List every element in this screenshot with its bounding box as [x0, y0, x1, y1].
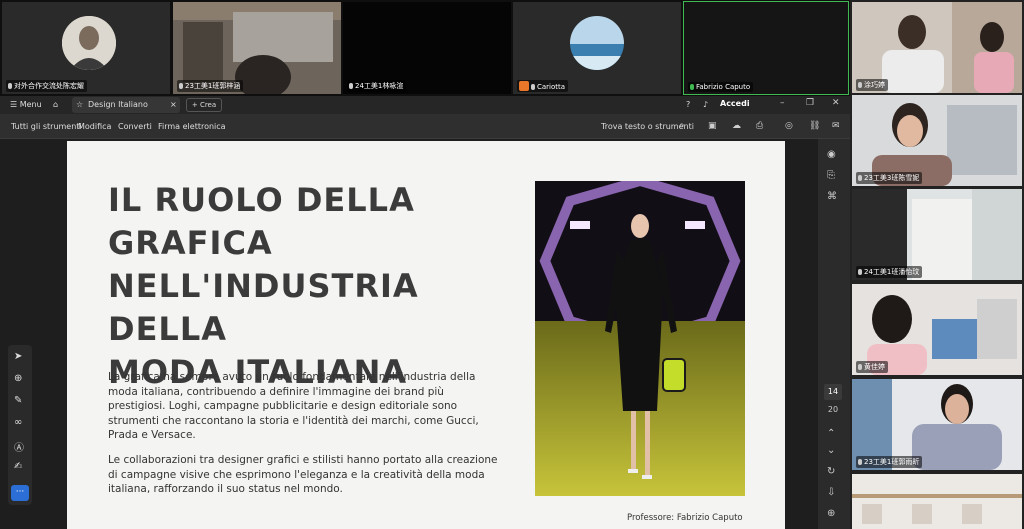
share-user-icon[interactable]: ◎ — [785, 121, 793, 131]
participant-column: 涂巧婷 23工美3班陈雪妮 24工美1班潘怡玟 黄佳婷 23工美1班郭雨昕 — [850, 0, 1024, 529]
participant-name: 23工美3班陈雪妮 — [856, 172, 923, 184]
sign-icon[interactable]: ✍ — [14, 461, 22, 472]
save-icon[interactable]: ▣ — [708, 121, 717, 131]
more-tools-button[interactable]: ··· — [11, 485, 29, 501]
mic-icon — [179, 83, 183, 89]
star-icon[interactable]: ☆ — [76, 100, 83, 109]
text-box-icon[interactable]: Ⓐ — [14, 439, 24, 454]
participant-name: 涂巧婷 — [856, 79, 888, 91]
comment-icon[interactable]: ◉ — [827, 149, 836, 160]
avatar — [62, 16, 116, 70]
minimize-icon[interactable]: – — [780, 98, 785, 108]
mic-icon — [858, 269, 862, 275]
participant-name: Cariotta — [517, 80, 569, 92]
close-tab-icon[interactable]: × — [170, 100, 177, 109]
new-tab-button[interactable]: + Crea — [186, 98, 222, 112]
mic-icon — [531, 84, 535, 90]
title-line: GRAFICA — [108, 224, 273, 262]
maximize-icon[interactable]: ❐ — [806, 98, 814, 108]
zoom-tool-icon[interactable]: ⊕ — [14, 373, 22, 384]
zoom-icon[interactable]: ⊕ — [827, 508, 835, 519]
participant-tile[interactable]: 23工美3班陈雪妮 — [852, 95, 1022, 186]
link-icon[interactable]: ⛓ — [809, 121, 820, 131]
avatar — [570, 16, 624, 70]
slide-title: IL RUOLO DELLA GRAFICA NELL'INDUSTRIA DE… — [108, 179, 538, 394]
close-window-icon[interactable]: ✕ — [832, 98, 840, 108]
video-strip: 对外合作交流处陈宏耀 23工美1班郭梓涵 24工美1林咏渲 Cariotta F… — [0, 0, 850, 96]
mic-icon — [858, 82, 862, 88]
participant-tile[interactable]: 23工美1班郭梓涵 — [173, 2, 341, 94]
camera-feed — [852, 474, 1022, 529]
current-page-field[interactable]: 14 — [824, 384, 842, 400]
signin-button[interactable]: Accedi — [720, 99, 750, 108]
participant-tile-active-speaker[interactable]: Fabrizio Caputo — [683, 1, 849, 95]
total-pages: 20 — [827, 405, 839, 414]
menu-all-tools[interactable]: Tutti gli strumenti — [11, 122, 82, 131]
titlebar: ☰ Menu ⌂ ☆ Design Italiano × + Crea ? ♪ … — [0, 96, 850, 114]
paragraph-1: La grafica ha sempre avuto un ruolo fond… — [108, 371, 479, 441]
participant-tile[interactable]: 黄佳婷 — [852, 284, 1022, 375]
cloud-upload-icon[interactable]: ☁ — [732, 121, 741, 131]
search-icon[interactable]: ⌕ — [679, 120, 685, 131]
menu-modifica[interactable]: Modifica — [78, 122, 111, 131]
page-down-icon[interactable]: ⌄ — [827, 445, 835, 456]
participant-tile[interactable]: 23工美1班郭雨昕 — [852, 379, 1022, 470]
participant-tile[interactable]: 24工美1班潘怡玟 — [852, 189, 1022, 280]
select-cursor-icon[interactable]: ➤ — [14, 351, 22, 362]
sea-picture-icon — [570, 16, 624, 70]
participant-name: 黄佳婷 — [856, 361, 888, 373]
mic-icon — [858, 364, 862, 370]
rotate-icon[interactable]: ↻ — [827, 466, 835, 477]
tab-title: Design Italiano — [88, 100, 148, 109]
runway-photo — [535, 181, 745, 496]
menu-button[interactable]: ☰ Menu — [10, 100, 42, 109]
participant-name: 23工美1班郭雨昕 — [856, 456, 923, 468]
pdf-page: IL RUOLO DELLA GRAFICA NELL'INDUSTRIA DE… — [67, 141, 785, 529]
fashion-model-image — [535, 181, 745, 496]
page-up-icon[interactable]: ⌃ — [827, 428, 835, 439]
attachment-icon[interactable]: ⌘ — [827, 191, 837, 202]
menu-converti[interactable]: Converti — [118, 122, 152, 131]
participant-name: 24工美1林咏渲 — [347, 80, 407, 92]
pen-icon[interactable]: ✎ — [14, 395, 22, 406]
title-line: NELL'INDUSTRIA DELLA — [108, 267, 419, 348]
mic-icon — [8, 83, 12, 89]
document-tab[interactable]: ☆ Design Italiano × — [72, 97, 180, 113]
host-icon — [519, 81, 529, 91]
participant-name: 对外合作交流处陈宏耀 — [6, 80, 87, 92]
participant-tile[interactable]: 24工美1林咏渲 — [343, 2, 511, 94]
title-line: IL RUOLO DELLA — [108, 181, 415, 219]
participant-name: Fabrizio Caputo — [688, 82, 754, 92]
mic-icon — [690, 84, 694, 90]
portrait-icon — [62, 16, 116, 70]
mail-icon[interactable]: ✉ — [832, 121, 840, 131]
professor-credit: Professore: Fabrizio Caputo — [627, 513, 743, 523]
quick-tools-panel: ➤ ⊕ ✎ ∞ Ⓐ ✍ ··· — [8, 345, 32, 505]
home-icon[interactable]: ⌂ — [53, 100, 58, 109]
menu-firma[interactable]: Firma elettronica — [158, 122, 226, 131]
participant-tile[interactable]: Cariotta — [513, 2, 681, 94]
participant-tile[interactable] — [852, 474, 1022, 529]
participant-tile[interactable]: 涂巧婷 — [852, 2, 1022, 93]
loop-draw-icon[interactable]: ∞ — [14, 417, 22, 428]
participant-name: 24工美1班潘怡玟 — [856, 266, 923, 278]
bookmark-icon[interactable]: ⎘ — [827, 170, 835, 181]
right-sidebar: ◉ ⎘ ⌘ 14 20 ⌃ ⌄ ↻ ⇩ ⊕ — [818, 139, 850, 529]
print-icon[interactable]: ⎙ — [756, 121, 763, 131]
bell-icon[interactable]: ♪ — [703, 100, 708, 109]
participant-name: 23工美1班郭梓涵 — [177, 80, 244, 92]
extract-icon[interactable]: ⇩ — [827, 487, 835, 498]
tool-menubar: Tutti gli strumenti Modifica Converti Fi… — [0, 114, 850, 139]
mic-icon — [858, 175, 862, 181]
mic-icon — [858, 459, 862, 465]
mic-icon — [349, 83, 353, 89]
help-icon[interactable]: ? — [686, 100, 690, 109]
paragraph-2: Le collaborazioni tra designer grafici e… — [108, 454, 498, 495]
participant-tile[interactable]: 对外合作交流处陈宏耀 — [2, 2, 170, 94]
